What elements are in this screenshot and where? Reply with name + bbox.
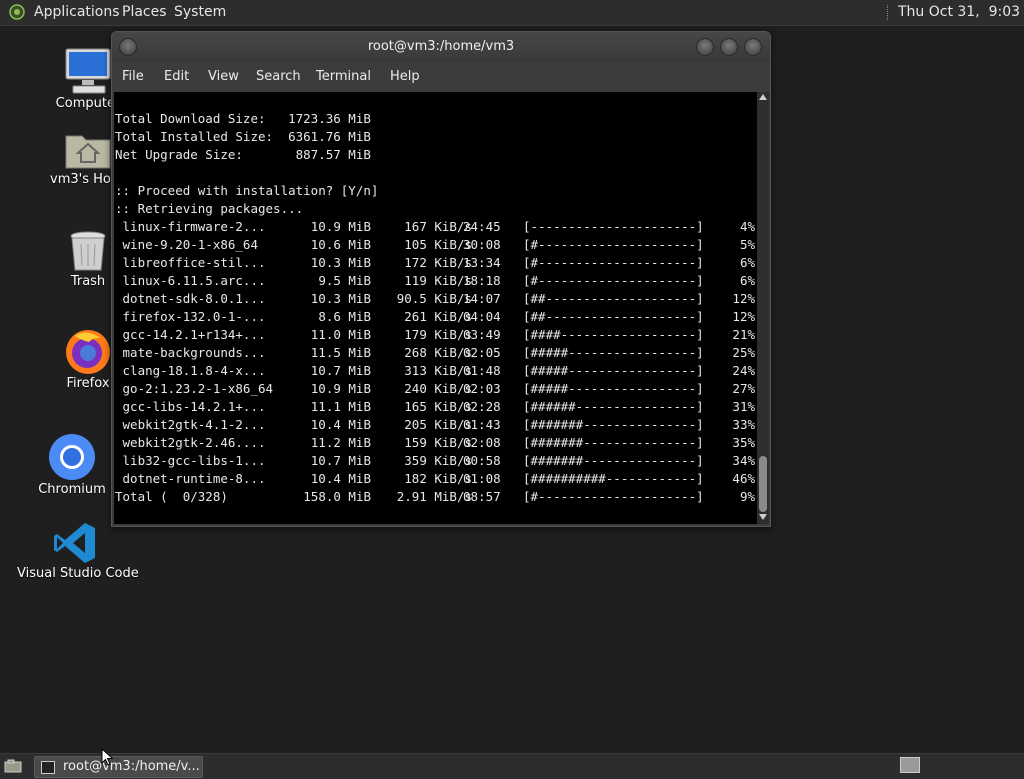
bottom-panel: root@vm3:/home/v... [0,753,1024,779]
terminal-line: dotnet-sdk-8.0.1... 10.3 MiB 90.5 KiB/s 14:… [115,291,755,306]
clock[interactable]: Thu Oct 31, 9:03 AM [898,0,1024,25]
vscode-icon [53,523,95,563]
home-folder-icon [65,135,111,169]
computer-icon [65,48,111,94]
firefox-icon [66,330,110,374]
minimize-button[interactable] [696,38,714,56]
terminal-scrollbar[interactable] [757,92,769,524]
menu-terminal[interactable]: Terminal [316,62,371,92]
chromium-icon [49,434,95,480]
desktop-icon-vscode[interactable]: Visual Studio Code [17,520,139,581]
terminal-menubar: File Edit View Search Terminal Help [112,62,770,92]
trash-icon [70,231,106,271]
mate-logo-icon[interactable] [9,4,25,20]
terminal-line: lib32-gcc-libs-1... 10.7 MiB 359 KiB/s 00:5… [115,453,755,468]
mouse-cursor-icon [101,748,113,766]
window-titlebar[interactable]: root@vm3:/home/vm3 [112,32,770,62]
terminal-line: clang-18.1.8-4-x... 10.7 MiB 313 KiB/s 01:4… [115,363,755,378]
terminal-output[interactable]: Total Download Size: 1723.36 MiB Total In… [114,92,757,524]
menu-edit[interactable]: Edit [164,62,189,92]
terminal-line: mate-backgrounds... 11.5 MiB 268 KiB/s 02:0… [115,345,755,360]
terminal-lines: Total Download Size: 1723.36 MiB Total In… [115,110,755,506]
terminal-line: webkit2gtk-4.1-2... 10.4 MiB 205 KiB/s 01:4… [115,417,755,432]
desktop-icon-label: Visual Studio Code [17,566,139,581]
desktop-icon-chromium[interactable]: Chromium [27,432,117,497]
menu-view[interactable]: View [208,62,239,92]
terminal-line: Total Download Size: 1723.36 MiB [115,111,371,126]
panel-separator [887,5,890,20]
terminal-line: Net Upgrade Size: 887.57 MiB [115,147,371,162]
scroll-thumb[interactable] [759,456,767,512]
show-desktop-icon[interactable] [4,759,22,773]
scroll-down-arrow-icon[interactable] [759,514,767,520]
terminal-line: :: Retrieving packages... [115,201,304,216]
terminal-line: wine-9.20-1-x86_64 10.6 MiB 105 KiB/s 30:08… [115,237,755,252]
menu-search[interactable]: Search [256,62,301,92]
close-button[interactable] [744,38,762,56]
scroll-up-arrow-icon[interactable] [759,94,767,100]
menu-help[interactable]: Help [390,62,420,92]
desktop-icon-label: Chromium [38,482,106,497]
menu-system[interactable]: System [174,0,226,25]
terminal-line: Total Installed Size: 6361.76 MiB [115,129,371,144]
terminal-line: webkit2gtk-2.46.... 11.2 MiB 159 KiB/s 02:0… [115,435,755,450]
taskbar-window-label: root@vm3:/home/v... [63,759,200,774]
desktop-icon-label: vm3's Home [50,172,110,187]
terminal-line: :: Proceed with installation? [Y/n] [115,183,379,198]
taskbar-window-button[interactable]: root@vm3:/home/v... [34,756,203,778]
terminal-line: gcc-libs-14.2.1+... 11.1 MiB 165 KiB/s 02:2… [115,399,755,414]
terminal-line: linux-6.11.5.arc... 9.5 MiB 119 KiB/s 18:18… [115,273,755,288]
terminal-line: libreoffice-stil... 10.3 MiB 172 KiB/s 13:3… [115,255,755,270]
menu-file[interactable]: File [122,62,144,92]
workspace-switcher[interactable] [900,757,920,773]
terminal-line: go-2:1.23.2-1-x86_64 10.9 MiB 240 KiB/s 02:… [115,381,755,396]
top-panel: Applications Places System Thu Oct 31, 9… [0,0,1024,26]
terminal-line: dotnet-runtime-8... 10.4 MiB 182 KiB/s 01:0… [115,471,755,486]
terminal-line: gcc-14.2.1+r134+... 11.0 MiB 179 KiB/s 03:4… [115,327,755,342]
terminal-icon [41,761,55,774]
terminal-window[interactable]: root@vm3:/home/vm3 File Edit View Search… [111,31,771,527]
terminal-line: Total ( 0/328) 158.0 MiB 2.91 MiB/s 08:57 [#… [115,489,755,504]
menu-applications[interactable]: Applications [34,0,120,25]
terminal-line: linux-firmware-2... 10.9 MiB 167 KiB/s 24:4… [115,219,755,234]
terminal-line: firefox-132.0-1-... 8.6 MiB 261 KiB/s 04:04… [115,309,755,324]
menu-places[interactable]: Places [122,0,167,25]
window-title: root@vm3:/home/vm3 [367,39,515,54]
maximize-button[interactable] [720,38,738,56]
